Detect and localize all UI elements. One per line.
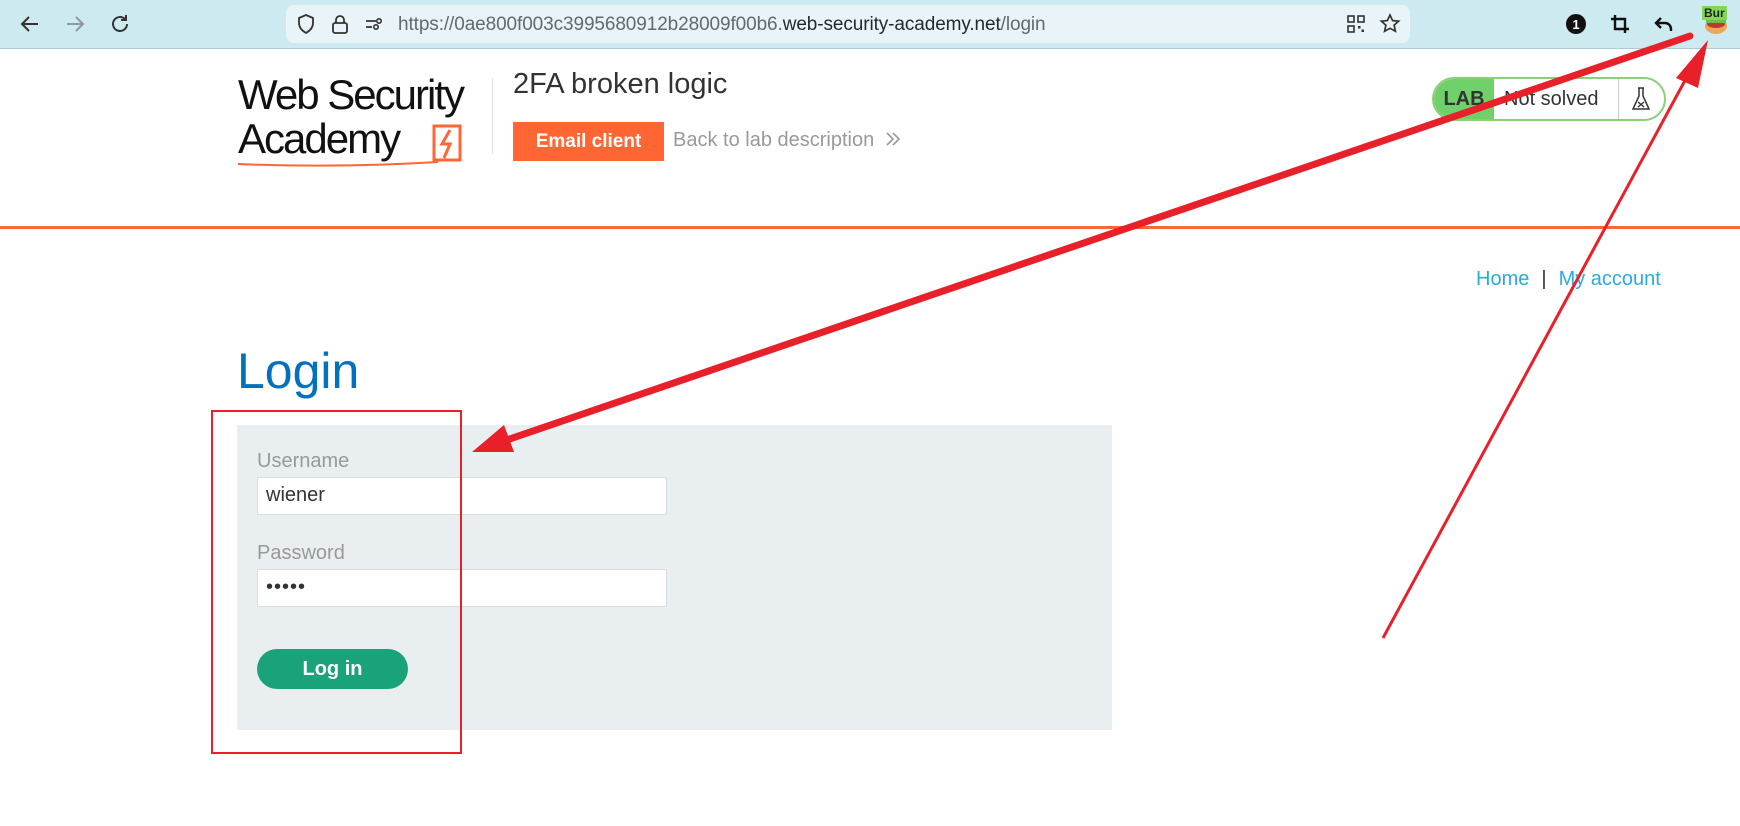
shield-icon[interactable]	[294, 12, 318, 36]
password-label: Password	[257, 542, 345, 564]
email-client-button[interactable]: Email client	[513, 122, 664, 161]
logo-line2: Academy	[238, 115, 401, 162]
page-title: Login	[237, 343, 360, 399]
burp-extension-icon[interactable]: Bur	[1700, 6, 1732, 38]
qr-code-icon[interactable]	[1344, 12, 1368, 36]
lab-badge: LAB	[1434, 79, 1494, 119]
svg-text:1: 1	[1572, 17, 1579, 32]
top-navigation: Home | My account	[1476, 268, 1661, 291]
reload-icon[interactable]	[108, 12, 132, 36]
username-input[interactable]: wiener	[257, 477, 667, 515]
nav-my-account-link[interactable]: My account	[1559, 268, 1661, 290]
url-prefix: https://0ae800f003c3995680912b28009f00b6…	[398, 14, 783, 35]
forward-arrow-icon[interactable]	[63, 12, 87, 36]
logo-underline	[238, 161, 438, 167]
web-security-academy-logo[interactable]: Web Security Academy	[238, 72, 492, 168]
url-text[interactable]: https://0ae800f003c3995680912b28009f00b6…	[398, 14, 1046, 36]
burp-extension-label: Bur	[1702, 6, 1727, 20]
header-orange-rule	[0, 226, 1740, 229]
logo-line1: Web Security	[238, 71, 465, 118]
password-manager-icon[interactable]: 1	[1564, 12, 1588, 36]
site-permissions-icon[interactable]	[362, 12, 386, 36]
back-to-lab-description-link[interactable]: Back to lab description	[673, 129, 874, 152]
lab-status-widget: LAB Not solved	[1432, 77, 1666, 121]
undo-arrow-icon[interactable]	[1652, 12, 1676, 36]
url-path: /login	[1000, 14, 1046, 35]
crop-icon[interactable]	[1608, 12, 1632, 36]
username-label: Username	[257, 450, 350, 472]
lab-status-text: Not solved	[1504, 88, 1599, 110]
lab-flask-icon	[1618, 79, 1663, 119]
address-bar[interactable]: https://0ae800f003c3995680912b28009f00b6…	[286, 5, 1410, 43]
login-form: Username wiener Password ••••• Log in	[237, 425, 1112, 730]
annotation-arrow-to-extension	[1381, 61, 1697, 639]
lab-title: 2FA broken logic	[513, 68, 728, 100]
login-button[interactable]: Log in	[257, 649, 408, 689]
bookmark-star-icon[interactable]	[1378, 12, 1402, 36]
double-chevron-right-icon	[884, 129, 902, 155]
lock-icon[interactable]	[328, 12, 352, 36]
back-arrow-icon[interactable]	[18, 12, 42, 36]
nav-separator: |	[1541, 268, 1547, 290]
url-domain: web-security-academy.net	[782, 14, 1001, 35]
nav-home-link[interactable]: Home	[1476, 268, 1529, 290]
browser-toolbar: https://0ae800f003c3995680912b28009f00b6…	[0, 0, 1740, 49]
header-divider	[492, 78, 493, 154]
password-input[interactable]: •••••	[257, 569, 667, 607]
